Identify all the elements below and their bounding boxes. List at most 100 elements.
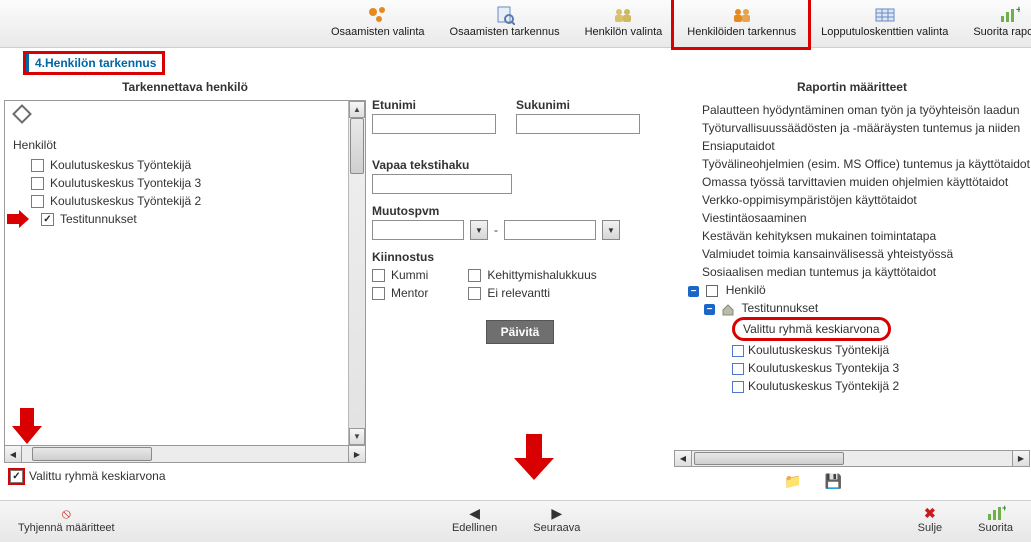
tab-lopputuloskenttien-valinta[interactable]: Lopputuloskenttien valinta [808,0,960,47]
no-entry-icon: ⦸ [18,504,115,522]
horizontal-scrollbar[interactable]: ◀ ▶ [674,450,1030,467]
clear-button[interactable]: ⦸ Tyhjennä määritteet [0,501,133,542]
dropdown-icon[interactable]: ▼ [602,220,620,240]
person-label: Koulutuskeskus Tyontekija 3 [50,176,201,190]
scroll-left-icon[interactable]: ◀ [5,446,22,462]
scroll-right-icon[interactable]: ▶ [1012,451,1029,466]
tab-label: Osaamisten valinta [331,26,425,38]
person-label: Koulutuskeskus Työntekijä 2 [50,194,201,208]
person-row[interactable]: Testitunnukset [13,210,340,228]
person-icon [732,363,744,375]
diamond-icon[interactable] [12,104,32,124]
kehitt-label: Kehittymishalukkuus [487,268,596,282]
tab-henkiloiden-tarkennus[interactable]: Henkilöiden tarkennus [674,0,808,47]
checkbox-icon[interactable] [468,287,481,300]
scroll-thumb[interactable] [350,118,364,174]
tab-label: Lopputuloskenttien valinta [821,26,948,38]
tab-label: Henkilöiden tarkennus [687,26,796,38]
attr-line[interactable]: Palautteen hyödyntäminen oman työn ja ty… [702,101,1030,119]
tab-osaamisten-valinta[interactable]: Osaamisten valinta [318,0,437,47]
scroll-up-icon[interactable]: ▲ [349,101,365,118]
person-row[interactable]: Koulutuskeskus Työntekijä 2 [13,192,340,210]
open-icon[interactable]: 📁 [784,473,801,489]
kehitt-row[interactable]: Kehittymishalukkuus [468,266,596,284]
tab-henkilon-valinta[interactable]: Henkilön valinta [572,0,675,47]
attr-line[interactable]: Viestintäosaaminen [702,209,1030,227]
checkbox-icon[interactable] [31,159,44,172]
chart-plus-icon: + [973,4,1031,26]
kummi-row[interactable]: Kummi [372,266,428,284]
checkbox-icon[interactable] [31,177,44,190]
x-icon: ✖ [918,504,942,522]
eirel-label: Ei relevantti [487,286,550,300]
chart-plus-icon: + [978,504,1013,522]
checkbox-icon[interactable] [372,287,385,300]
person-icon [732,381,744,393]
attr-line[interactable]: Sosiaalisen median tuntemus ja käyttötai… [702,263,1030,281]
molecules-icon [331,4,425,26]
scroll-thumb[interactable] [694,452,844,465]
attr-line[interactable]: Omassa työssä tarvittavien muiden ohjelm… [702,173,1030,191]
person-label: Koulutuskeskus Työntekijä [50,158,191,172]
attr-line[interactable]: Ensiaputaidot [702,137,1030,155]
tree-person-row[interactable]: Koulutuskeskus Työntekijä [732,341,1030,359]
checkbox-icon[interactable] [41,213,54,226]
date-to-input[interactable] [504,220,596,240]
vertical-scrollbar[interactable]: ▲ ▼ [348,101,365,445]
save-icon[interactable]: 💾 [825,473,842,489]
avg-checkbox-label: Valittu ryhmä keskiarvona [29,469,166,483]
update-button[interactable]: Päivitä [486,320,555,344]
svg-text:+: + [1016,6,1020,16]
eirel-row[interactable]: Ei relevantti [468,284,596,302]
person-row[interactable]: Koulutuskeskus Tyontekija 3 [13,174,340,192]
checkbox-icon[interactable] [468,269,481,282]
prev-button[interactable]: ◀ Edellinen [434,501,515,542]
tree-root-row[interactable]: − Henkilö [688,281,1030,299]
prev-label: Edellinen [452,522,497,534]
next-label: Seuraava [533,522,580,534]
attr-line[interactable]: Työturvallisuussäädösten ja -määräysten … [702,119,1030,137]
lastname-input[interactable] [516,114,640,134]
tree-person-row[interactable]: Koulutuskeskus Työntekijä 2 [732,377,1030,395]
dropdown-icon[interactable]: ▼ [470,220,488,240]
firstname-input[interactable] [372,114,496,134]
lastname-label: Sukunimi [516,98,640,112]
scroll-thumb[interactable] [32,447,152,461]
freetext-label: Vapaa tekstihaku [372,158,668,172]
attr-line[interactable]: Valmiudet toimia kansainvälisessä yhteis… [702,245,1030,263]
date-from-input[interactable] [372,220,464,240]
kummi-label: Kummi [391,268,428,282]
tree-person-row[interactable]: Koulutuskeskus Tyontekija 3 [732,359,1030,377]
scroll-left-icon[interactable]: ◀ [675,451,692,466]
left-header: Tarkennettava henkilö [4,76,366,100]
tab-label: Osaamisten tarkennus [450,26,560,38]
attr-line[interactable]: Verkko-oppimisympäristöjen käyttötaidot [702,191,1030,209]
run-label: Suorita [978,522,1013,534]
attr-line[interactable]: Kestävän kehityksen mukainen toimintatap… [702,227,1030,245]
arrow-down-icon [512,432,556,482]
home-icon [722,303,734,315]
scroll-down-icon[interactable]: ▼ [349,428,365,445]
tab-osaamisten-tarkennus[interactable]: Osaamisten tarkennus [437,0,572,47]
collapse-icon[interactable]: − [704,304,715,315]
tree-person-label: Koulutuskeskus Työntekijä [748,343,889,357]
interest-label: Kiinnostus [372,250,668,264]
mentor-row[interactable]: Mentor [372,284,428,302]
close-button[interactable]: ✖ Sulje [900,501,960,542]
run-button[interactable]: + Suorita [960,501,1031,542]
next-button[interactable]: ▶ Seuraava [515,501,598,542]
scroll-right-icon[interactable]: ▶ [348,446,365,462]
avg-checkbox[interactable] [10,470,23,483]
collapse-icon[interactable]: − [688,286,699,297]
tree-child-row[interactable]: − Testitunnukset [704,299,1030,317]
attr-line[interactable]: Työvälineohjelmien (esim. MS Office) tun… [702,155,1030,173]
checkbox-icon[interactable] [372,269,385,282]
people-icon [585,4,663,26]
tab-suorita-raportti[interactable]: + Suorita raportti [960,0,1031,47]
checkbox-icon[interactable] [31,195,44,208]
horizontal-scrollbar[interactable]: ◀ ▶ [4,446,366,463]
freetext-input[interactable] [372,174,512,194]
person-row[interactable]: Koulutuskeskus Työntekijä [13,156,340,174]
page-title: 4.Henkilön tarkennus [26,54,162,72]
tree-avg-row[interactable]: Valittu ryhmä keskiarvona [732,317,1030,341]
